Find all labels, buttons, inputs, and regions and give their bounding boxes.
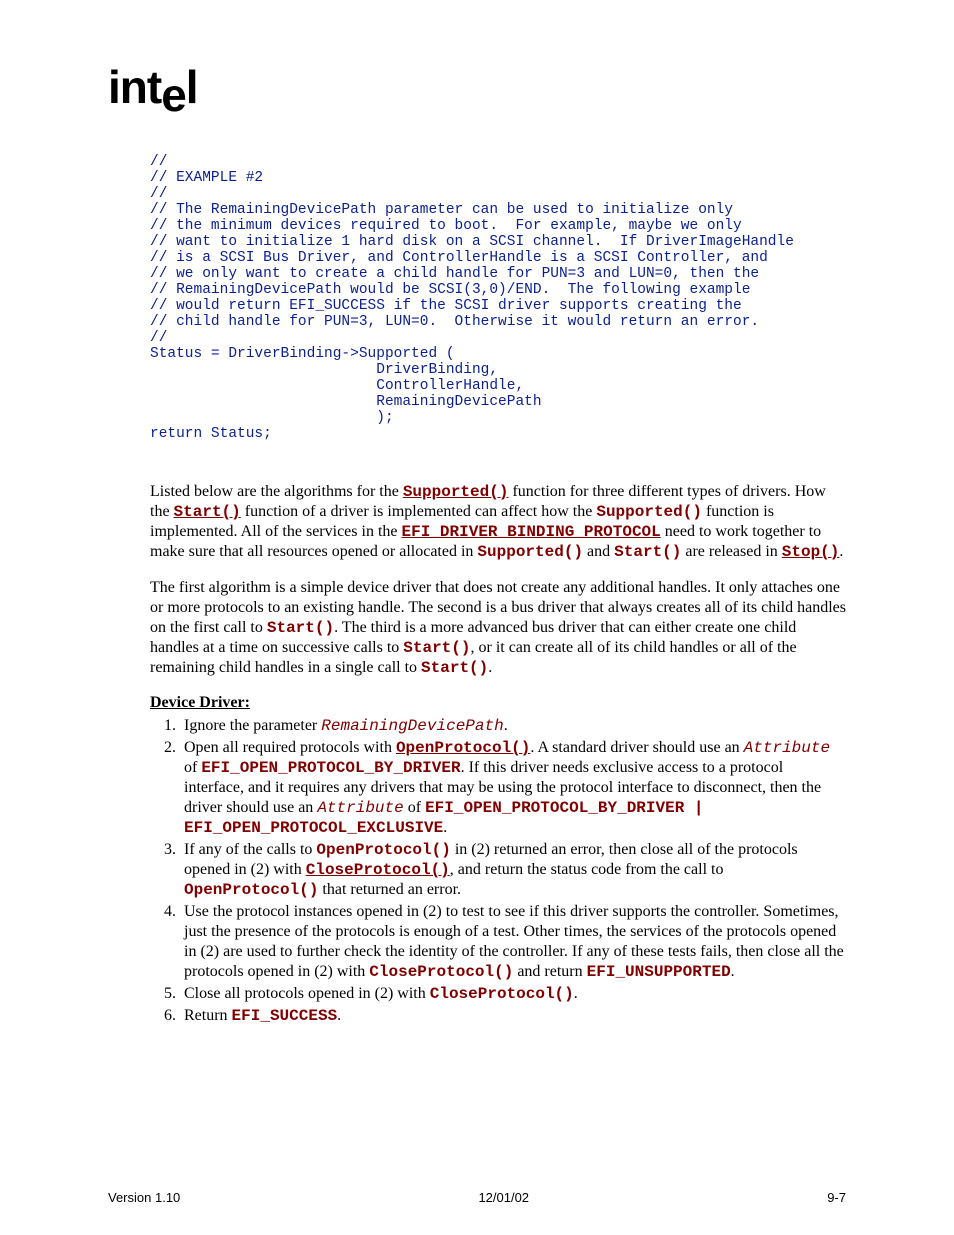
page-footer: Version 1.10 12/01/02 9-7 xyxy=(108,1190,846,1205)
close-protocol-text: CloseProtocol() xyxy=(430,985,574,1003)
open-protocol-link[interactable]: OpenProtocol() xyxy=(396,739,530,757)
start-link[interactable]: Start() xyxy=(174,503,241,521)
attribute-text: Attribute xyxy=(317,799,403,817)
start-text: Start() xyxy=(403,639,470,657)
list-item: Return EFI_SUCCESS. xyxy=(180,1006,846,1026)
device-driver-list: Ignore the parameter RemainingDevicePath… xyxy=(150,716,846,1026)
efi-driver-binding-protocol-link[interactable]: EFI_DRIVER_BINDING_PROTOCOL xyxy=(402,523,661,541)
remaining-device-path-text: RemainingDevicePath xyxy=(321,717,503,735)
footer-version: Version 1.10 xyxy=(108,1190,180,1205)
text: Return xyxy=(184,1007,232,1024)
supported-text: Supported() xyxy=(596,503,702,521)
close-protocol-link[interactable]: CloseProtocol() xyxy=(306,861,450,879)
text: Close all protocols opened in (2) with xyxy=(184,985,430,1002)
text: . xyxy=(731,963,735,980)
text: . xyxy=(504,717,508,734)
start-text: Start() xyxy=(267,619,334,637)
text: that returned an error. xyxy=(318,881,461,898)
text: . xyxy=(337,1007,341,1024)
list-item: Open all required protocols with OpenPro… xyxy=(180,738,846,838)
attribute-text: Attribute xyxy=(744,739,830,757)
footer-date: 12/01/02 xyxy=(478,1190,529,1205)
open-protocol-text: OpenProtocol() xyxy=(184,881,318,899)
start-text: Start() xyxy=(421,659,488,677)
list-item: Use the protocol instances opened in (2)… xyxy=(180,902,846,982)
text: are released in xyxy=(681,543,781,560)
paragraph-algorithms: Listed below are the algorithms for the … xyxy=(150,482,846,562)
open-protocol-text: OpenProtocol() xyxy=(316,841,450,859)
paragraph-first-algorithm: The first algorithm is a simple device d… xyxy=(150,578,846,678)
list-item: Close all protocols opened in (2) with C… xyxy=(180,984,846,1004)
page: intel // // EXAMPLE #2 // // The Remaini… xyxy=(0,0,954,1235)
text: If any of the calls to xyxy=(184,841,316,858)
section-title-device-driver: Device Driver: xyxy=(150,694,846,712)
intel-logo: intel xyxy=(108,60,846,114)
start-text: Start() xyxy=(614,543,681,561)
text: . xyxy=(839,543,843,560)
text: . xyxy=(443,819,447,836)
text: Ignore the parameter xyxy=(184,717,321,734)
efi-unsupported-text: EFI_UNSUPPORTED xyxy=(587,963,731,981)
supported-link[interactable]: Supported() xyxy=(403,483,509,501)
stop-link[interactable]: Stop() xyxy=(782,543,840,561)
code-example-2: // // EXAMPLE #2 // // The RemainingDevi… xyxy=(150,154,846,442)
text: Listed below are the algorithms for the xyxy=(150,483,403,500)
text: and xyxy=(583,543,614,560)
text: . A standard driver should use an xyxy=(530,739,743,756)
text: . xyxy=(488,659,492,676)
text: of xyxy=(404,799,425,816)
text: of xyxy=(184,759,201,776)
text: function of a driver is implemented can … xyxy=(241,503,597,520)
text: . xyxy=(574,985,578,1002)
list-item: If any of the calls to OpenProtocol() in… xyxy=(180,840,846,900)
text: Open all required protocols with xyxy=(184,739,396,756)
text: , and return the status code from the ca… xyxy=(450,861,724,878)
efi-success-text: EFI_SUCCESS xyxy=(232,1007,338,1025)
supported-text: Supported() xyxy=(477,543,583,561)
close-protocol-text: CloseProtocol() xyxy=(369,963,513,981)
efi-open-protocol-by-driver-text: EFI_OPEN_PROTOCOL_BY_DRIVER xyxy=(201,759,460,777)
text: and return xyxy=(513,963,586,980)
list-item: Ignore the parameter RemainingDevicePath… xyxy=(180,716,846,736)
footer-page-number: 9-7 xyxy=(827,1190,846,1205)
